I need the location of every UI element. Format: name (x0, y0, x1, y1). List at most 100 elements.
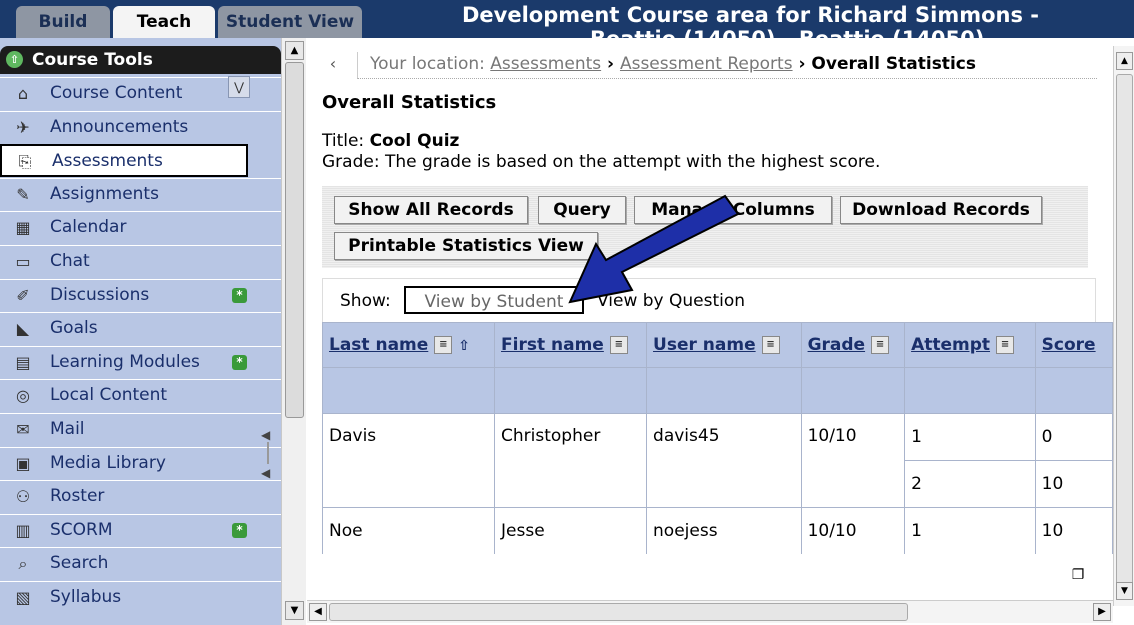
col-first-name[interactable]: First name ≡ (494, 322, 648, 368)
table-row: Noe Jesse noejess 10/10 1 10 (322, 507, 1113, 554)
cell-first-name: Christopher (494, 413, 648, 508)
megaphone-icon: ✈ (16, 117, 30, 137)
sidebar-item-label: Learning Modules (50, 351, 200, 372)
sidebar-item-calendar[interactable]: ▦ Calendar (0, 211, 281, 244)
document-icon: ▤ (15, 352, 31, 372)
score-header[interactable]: Score (1042, 335, 1096, 355)
cell-user-name: davis45 (646, 413, 802, 508)
home-icon: ⌂ (17, 84, 29, 103)
sidebar-item-label: Mail (50, 419, 85, 439)
collapse-arrows-icon[interactable]: ⇧ (6, 51, 23, 68)
cell-score: 10 (1034, 507, 1113, 554)
printable-statistics-view-button[interactable]: Printable Statistics View (334, 232, 598, 260)
filter-cell (1034, 367, 1113, 414)
sidebar-item-goals[interactable]: ◣ Goals (0, 312, 281, 345)
col-score[interactable]: Score (1034, 322, 1113, 368)
last-name-header[interactable]: Last name (329, 335, 428, 355)
sidebar-item-assessments[interactable]: ⎘ Assessments (0, 144, 248, 178)
show-label: Show: (340, 291, 391, 311)
cell-grade: 10/10 (800, 507, 906, 554)
course-tools-header[interactable]: ⇧ Course Tools (0, 46, 281, 74)
sidebar-item-syllabus[interactable]: ▧ Syllabus (0, 581, 281, 614)
sort-icon[interactable]: ≡ (761, 336, 780, 354)
quiz-title-value: Cool Quiz (369, 131, 460, 151)
scroll-thumb[interactable] (329, 603, 908, 621)
col-grade[interactable]: Grade ≡ (800, 322, 906, 368)
new-badge-icon: * (232, 354, 247, 370)
sidebar-item-scorm[interactable]: ▥ SCORM * (0, 513, 281, 547)
magnifier-icon: ⌕ (18, 554, 28, 574)
filter-cell (646, 367, 802, 414)
col-last-name[interactable]: Last name ≡ ⇧ (322, 322, 496, 368)
scroll-down-icon[interactable]: ▼ (1116, 582, 1133, 600)
tab-teach[interactable]: Teach (113, 6, 215, 38)
mail-icon: ✉ (16, 420, 30, 439)
pin-icon: ✐ (16, 285, 30, 305)
sidebar-item-chat[interactable]: ▭ Chat (0, 245, 281, 278)
sort-icon[interactable]: ≡ (609, 336, 628, 354)
show-all-records-button[interactable]: Show All Records (334, 196, 528, 224)
sidebar-item-label: Announcements (50, 116, 189, 137)
sidebar-item-mail[interactable]: ✉ Mail (0, 413, 281, 446)
sidebar-item-label: Local Content (50, 385, 168, 406)
col-user-name[interactable]: User name ≡ (646, 322, 802, 368)
scroll-up-icon[interactable]: ▲ (1116, 52, 1133, 70)
tab-student-view[interactable]: Student View (218, 6, 362, 38)
copy-icon[interactable]: ❐ (1068, 567, 1088, 587)
sort-ascending-icon[interactable]: ⇧ (458, 338, 470, 354)
chevron-down-icon[interactable]: ⋁ (228, 76, 250, 98)
table-header-row: Last name ≡ ⇧ First name ≡ User name ≡ Grade… (322, 322, 1113, 368)
breadcrumb-assessment-reports[interactable]: Assessment Reports (620, 54, 793, 74)
cell-score: 10 (1034, 460, 1113, 508)
sidebar-item-label: Roster (50, 486, 105, 507)
sidebar-item-search[interactable]: ⌕ Search (0, 547, 281, 580)
scroll-down-icon[interactable]: ▼ (285, 601, 304, 620)
people-icon: ⚇ (15, 487, 31, 507)
quiz-title-label: Title: (322, 131, 370, 151)
pencil-icon: ✎ (16, 184, 30, 204)
view-by-student-tab[interactable]: View by Student (404, 286, 584, 314)
sidebar-item-roster[interactable]: ⚇ Roster (0, 480, 281, 513)
scroll-thumb[interactable] (285, 62, 304, 418)
sidebar-item-media-library[interactable]: ▣ Media Library (0, 446, 281, 480)
download-records-button[interactable]: Download Records (840, 196, 1042, 224)
main-vertical-scrollbar[interactable]: ▲ ▼ (1113, 46, 1134, 606)
sidebar-scrollbar[interactable]: ▲ ▼ (281, 38, 306, 625)
media-icon: ▣ (15, 453, 31, 473)
sort-icon[interactable]: ≡ (996, 336, 1015, 354)
breadcrumb-assessments[interactable]: Assessments (490, 54, 601, 74)
tab-build[interactable]: Build (16, 6, 110, 38)
scorm-icon: ▥ (15, 520, 31, 540)
grade-description: Grade: The grade is based on the attempt… (322, 152, 881, 172)
course-title: Development Course area for Richard Simm… (462, 3, 1039, 27)
page-title: Overall Statistics (322, 92, 497, 113)
chevron-left-icon[interactable]: ‹ (320, 52, 346, 76)
scroll-left-icon[interactable]: ◀ (309, 603, 327, 621)
sidebar-item-label: Media Library (50, 452, 166, 473)
sidebar-item-label: Course Content (50, 83, 183, 103)
sidebar-item-announcements[interactable]: ✈ Announcements (0, 110, 281, 144)
sidebar-item-label: Search (50, 553, 109, 574)
col-attempt[interactable]: Attempt ≡ (904, 322, 1036, 368)
sidebar-item-discussions[interactable]: ✐ Discussions * (0, 278, 281, 312)
sidebar-item-learning-modules[interactable]: ▤ Learning Modules * (0, 345, 281, 379)
filter-row (322, 367, 1113, 414)
sidebar-item-assignments[interactable]: ✎ Assignments (0, 177, 281, 211)
sort-icon[interactable]: ≡ (871, 336, 890, 354)
scroll-up-icon[interactable]: ▲ (285, 41, 304, 60)
scroll-thumb[interactable] (1116, 74, 1133, 586)
cell-user-name: noejess (646, 507, 802, 554)
sort-icon[interactable]: ≡ (434, 336, 453, 354)
pane-splitter-icon[interactable]: ◀ ◀ (253, 420, 273, 490)
grade-header[interactable]: Grade (808, 335, 866, 355)
attempt-header[interactable]: Attempt (911, 335, 990, 355)
user-name-header[interactable]: User name (653, 335, 756, 355)
scroll-right-icon[interactable]: ▶ (1093, 603, 1111, 621)
cell-grade: 10/10 (800, 413, 906, 508)
cell-last-name: Davis (322, 413, 496, 508)
first-name-header[interactable]: First name (501, 335, 604, 355)
breadcrumb: Your location: Assessments › Assessment … (357, 52, 1097, 79)
sidebar-item-local-content[interactable]: ◎ Local Content (0, 379, 281, 412)
sidebar-item-label: Assignments (50, 183, 159, 204)
main-horizontal-scrollbar[interactable]: ◀ ▶ (307, 600, 1113, 623)
